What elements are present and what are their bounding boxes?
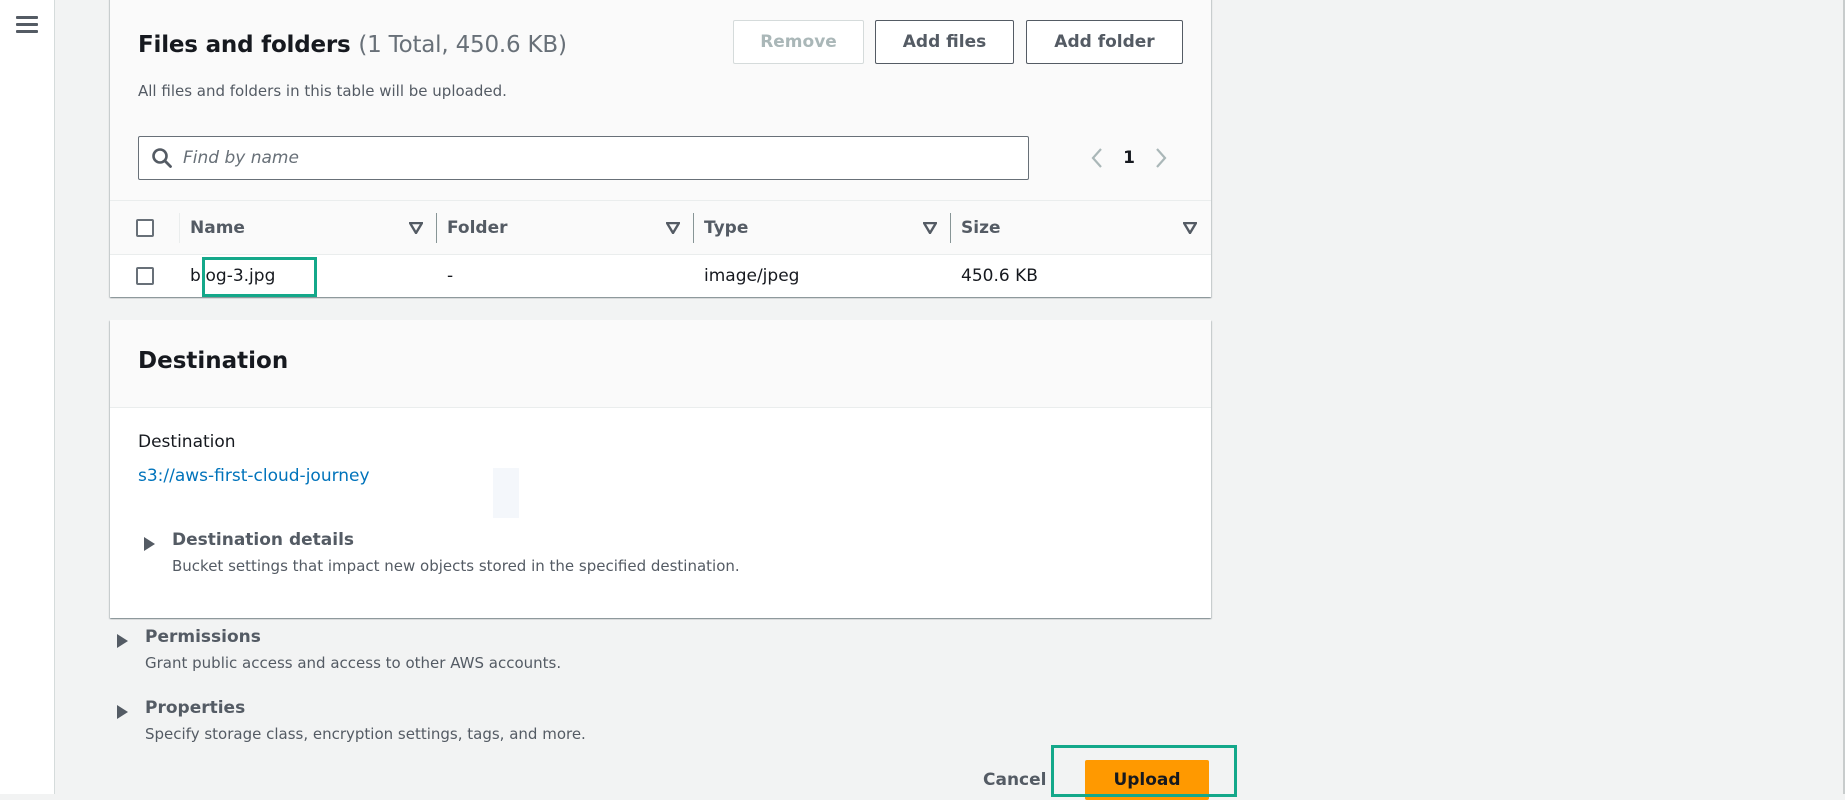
search-field[interactable] (138, 136, 1029, 180)
permissions-title: Permissions (145, 627, 261, 647)
column-header-name[interactable]: Name (180, 201, 437, 255)
upload-button[interactable]: Upload (1085, 760, 1209, 800)
cell-name: blog-3.jpg (190, 266, 276, 286)
column-header-type[interactable]: Type (694, 201, 951, 255)
column-label: Size (961, 218, 1001, 238)
files-panel-header: Files and folders (1 Total, 450.6 KB) Al… (110, 0, 1211, 255)
files-and-folders-panel: Files and folders (1 Total, 450.6 KB) Al… (110, 0, 1211, 297)
row-select-cell (110, 255, 180, 297)
caret-right-icon (144, 537, 155, 551)
add-files-button[interactable]: Add files (875, 20, 1014, 64)
files-counter: (1 Total, 450.6 KB) (358, 32, 567, 58)
column-header-size[interactable]: Size (951, 201, 1211, 255)
column-label: Type (704, 218, 749, 238)
header-select-all-cell (110, 201, 180, 255)
column-label: Folder (447, 218, 508, 238)
files-panel-description: All files and folders in this table will… (138, 82, 507, 100)
search-icon (152, 148, 172, 168)
hamburger-menu-icon[interactable] (16, 16, 38, 34)
destination-details-title: Destination details (172, 530, 355, 550)
cell-size: 450.6 KB (961, 266, 1038, 286)
properties-description: Specify storage class, encryption settin… (145, 725, 586, 743)
current-page-number[interactable]: 1 (1109, 148, 1149, 168)
search-input[interactable] (183, 148, 1003, 168)
table-header: Name Folder Type Size (110, 200, 1211, 255)
sort-caret-icon[interactable] (1183, 222, 1197, 234)
chevron-right-icon (1156, 148, 1167, 168)
sort-caret-icon[interactable] (923, 222, 937, 234)
next-page-button[interactable] (1149, 142, 1173, 174)
previous-page-button[interactable] (1085, 142, 1109, 174)
cell-folder: - (447, 266, 454, 286)
permissions-description: Grant public access and access to other … (145, 654, 562, 672)
pagination: 1 (1085, 142, 1173, 174)
row-checkbox[interactable] (136, 267, 154, 285)
sort-caret-icon[interactable] (409, 222, 423, 234)
files-panel-title: Files and folders (1 Total, 450.6 KB) (138, 32, 567, 58)
column-label: Name (190, 218, 245, 238)
select-all-checkbox[interactable] (136, 219, 154, 237)
chevron-left-icon (1091, 148, 1102, 168)
caret-right-icon (117, 634, 128, 648)
side-navigation (0, 0, 55, 794)
link-hover-shade (493, 468, 519, 518)
destination-panel: Destination Destination s3://aws-first-c… (110, 320, 1211, 618)
cancel-button[interactable]: Cancel (983, 770, 1046, 790)
files-title-text: Files and folders (138, 32, 351, 58)
column-header-folder[interactable]: Folder (437, 201, 694, 255)
destination-panel-title: Destination (138, 348, 289, 374)
cell-type: image/jpeg (704, 266, 800, 286)
remove-button[interactable]: Remove (733, 20, 864, 64)
table-row[interactable]: blog-3.jpg - image/jpeg 450.6 KB (110, 255, 1211, 297)
destination-panel-header: Destination (110, 320, 1211, 408)
properties-title: Properties (145, 698, 246, 718)
caret-right-icon (117, 705, 128, 719)
sort-caret-icon[interactable] (666, 222, 680, 234)
add-folder-button[interactable]: Add folder (1026, 20, 1183, 64)
destination-label: Destination (138, 432, 236, 452)
destination-bucket-link[interactable]: s3://aws-first-cloud-journey (138, 466, 370, 486)
destination-details-description: Bucket settings that impact new objects … (172, 557, 740, 575)
